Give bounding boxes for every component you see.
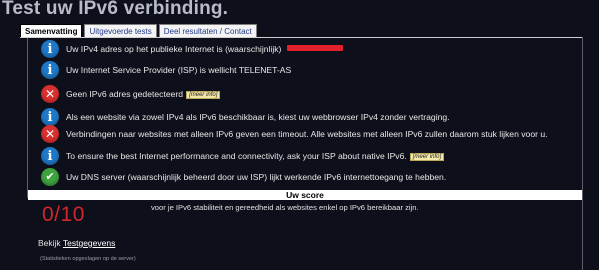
error-icon: ✕ — [41, 125, 59, 143]
result-row-dns-server: ✔ Uw DNS server (waarschijnlijk beheerd … — [41, 166, 446, 188]
result-text: Als een website via zowel IPv4 als IPv6 … — [66, 112, 450, 122]
result-row-ipv6-timeout: ✕ Verbindingen naar websites met alleen … — [41, 123, 548, 145]
panel-border-right — [582, 37, 583, 270]
result-text: Verbindingen naar websites met alleen IP… — [66, 129, 548, 139]
redacted-ip-address — [286, 45, 343, 51]
tab-tests-performed[interactable]: Uitgevoerde tests — [84, 24, 157, 38]
result-row-no-ipv6: ✕ Geen IPv6 adres gedetecteerd [meer info… — [41, 83, 221, 105]
page-title: Test uw IPv6 verbinding. — [2, 0, 229, 19]
result-text: Uw DNS server (waarschijnlijk beheerd do… — [66, 172, 447, 182]
more-info-link[interactable]: [meer info] — [409, 153, 445, 161]
info-icon: i — [41, 61, 59, 79]
info-icon: i — [41, 40, 59, 58]
score-value: 0/10 — [42, 203, 85, 226]
result-text: Uw IPv4 adres op het publieke Internet i… — [66, 44, 343, 54]
check-icon: ✔ — [41, 168, 59, 186]
more-info-link[interactable]: [meer info] — [186, 91, 221, 99]
test-data-link[interactable]: Testgegevens — [63, 238, 115, 248]
result-text: To ensure the best Internet performance … — [66, 151, 445, 161]
result-text: Uw Internet Service Provider (ISP) is we… — [66, 65, 292, 75]
result-row-ipv4-address: i Uw IPv4 adres op het publieke Internet… — [41, 38, 343, 60]
error-icon: ✕ — [41, 85, 59, 103]
tab-share-results[interactable]: Deel resultaten / Contact — [158, 24, 257, 38]
panel-border-left — [27, 38, 28, 198]
info-icon: i — [41, 147, 59, 165]
score-description: voor je IPv6 stabiliteit en gereedheid a… — [151, 203, 419, 212]
footnote: (Statistieken opgeslagen op de server) — [40, 256, 136, 262]
details-line: Bekijk Testgegevens — [38, 238, 116, 248]
result-row-isp: i Uw Internet Service Provider (ISP) is … — [41, 59, 291, 81]
score-header: Uw score — [28, 190, 582, 200]
tab-bar: Samenvatting Uitgevoerde tests Deel resu… — [20, 24, 257, 38]
result-text: Geen IPv6 adres gedetecteerd [meer info] — [66, 89, 221, 99]
tab-summary[interactable]: Samenvatting — [20, 24, 83, 38]
result-row-ask-isp: i To ensure the best Internet performanc… — [41, 145, 445, 167]
